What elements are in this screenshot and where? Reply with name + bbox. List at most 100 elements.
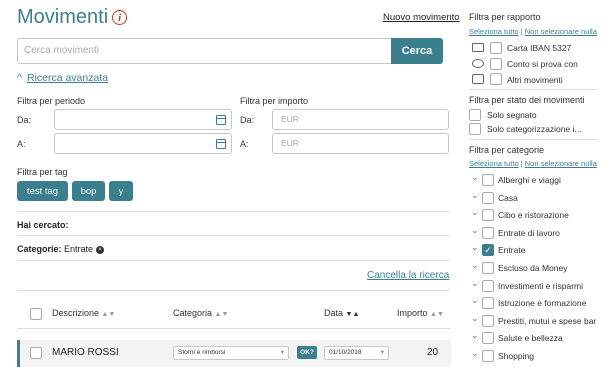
chevron-down-icon[interactable]: ⌄ <box>471 190 479 201</box>
select-all-checkbox[interactable] <box>30 308 42 320</box>
date-select[interactable]: 01/10/2018 ▾ <box>324 346 389 360</box>
chevron-down-icon[interactable]: ⌄ <box>471 242 479 253</box>
sort-icon: ▲▼ <box>214 311 229 318</box>
chevron-down-icon[interactable]: ⌄ <box>471 295 479 306</box>
divider <box>17 235 449 236</box>
category-label: Investimenti e risparmi <box>498 280 584 291</box>
row-checkbox[interactable] <box>30 347 42 359</box>
chevron-down-icon[interactable]: ⌄ <box>471 207 479 218</box>
category-summary: Categorie: Entrate × <box>17 244 105 254</box>
amount-from-label: Da: <box>240 115 255 125</box>
category-label: Istruzione e formazione <box>498 298 587 309</box>
category-select[interactable]: Storni e rimborsi ▾ <box>173 346 289 360</box>
column-date[interactable]: Data ▼▲ <box>324 308 359 318</box>
category-checkbox[interactable] <box>482 262 494 274</box>
report-checkbox[interactable] <box>490 42 502 54</box>
search-input[interactable]: Cerca movimenti <box>17 38 391 64</box>
remove-filter-icon[interactable]: × <box>96 245 105 254</box>
chevron-down-icon: ▾ <box>380 349 384 356</box>
tag-button[interactable]: test tag <box>17 181 68 201</box>
chevron-down-icon[interactable]: ⌄ <box>471 278 479 289</box>
piggy-bank-icon <box>472 59 484 68</box>
period-from-field[interactable] <box>54 109 232 130</box>
calendar-icon[interactable] <box>216 115 226 125</box>
search-button[interactable]: Cerca <box>391 38 443 64</box>
report-checkbox[interactable] <box>490 58 502 70</box>
category-checkbox[interactable] <box>482 191 494 204</box>
amount-to-field[interactable]: EUR <box>272 133 449 154</box>
chevron-down-icon[interactable]: ⌄ <box>471 260 479 271</box>
info-icon[interactable]: i <box>112 10 128 25</box>
page-title-text: Movimenti <box>17 6 109 28</box>
select-all-link[interactable]: Seleziona tutto <box>469 159 519 168</box>
divider <box>469 139 597 140</box>
category-label: Alberghi e viaggi <box>498 175 561 185</box>
state-checkbox[interactable] <box>469 109 481 121</box>
report-checkbox[interactable] <box>490 73 502 85</box>
sort-icon: ▲▼ <box>430 311 444 318</box>
chevron-down-icon[interactable]: ⌄ <box>471 172 479 183</box>
category-label: Casa <box>498 192 518 203</box>
tag-button[interactable]: y <box>109 181 133 201</box>
category-label: Prestiti, mutui e spese bar <box>498 315 597 326</box>
report-label: Conto si prova con <box>507 59 578 69</box>
period-from-label: Da: <box>17 115 32 125</box>
chevron-down-icon[interactable]: ⌄ <box>471 348 479 359</box>
divider <box>17 290 449 291</box>
category-checkbox[interactable] <box>482 314 494 327</box>
category-checkbox[interactable] <box>482 209 494 222</box>
report-select-links: Seleziona tutto | Non selezionare nulla <box>469 27 597 36</box>
category-checkbox[interactable] <box>482 350 494 362</box>
category-checkbox[interactable] <box>482 174 494 186</box>
select-all-link[interactable]: Seleziona tutto <box>469 27 519 36</box>
column-category[interactable]: Categoria ▲▼ <box>173 308 228 318</box>
card-icon <box>472 43 484 52</box>
category-filter-title: Filtra per categorie <box>469 145 545 155</box>
category-checkbox[interactable] <box>482 332 494 345</box>
select-none-link[interactable]: Non selezionare nulla <box>525 159 597 168</box>
category-label: Entrate di lavoro <box>498 227 560 238</box>
row-description: MARIO ROSSI <box>52 347 119 358</box>
chevron-up-icon: ^ <box>17 72 22 84</box>
category-checkbox[interactable] <box>482 279 494 292</box>
amount-to-label: A: <box>240 139 249 149</box>
report-filter-title: Filtra per rapporto <box>469 12 541 22</box>
categories-label: Categorie: <box>17 244 62 254</box>
state-checkbox[interactable] <box>469 123 481 135</box>
divider <box>17 260 449 261</box>
advanced-search-toggle[interactable]: ^ Ricerca avanzata <box>17 72 108 84</box>
category-select-links: Seleziona tutto | Non selezionare nulla <box>469 159 597 168</box>
category-label: Salute e bellezza <box>498 333 563 344</box>
state-label: Solo categorizzazione i... <box>487 124 582 134</box>
ok-button[interactable]: OK? <box>297 346 317 359</box>
sort-icon: ▼▲ <box>345 311 360 318</box>
amount-filter-label: Filtra per importo <box>240 96 309 106</box>
column-description[interactable]: Descrizione ▲▼ <box>52 308 115 318</box>
chevron-down-icon[interactable]: ⌄ <box>471 225 479 236</box>
category-label: Cibo e ristorazione <box>498 210 569 221</box>
category-label: Entrate <box>498 245 526 256</box>
chevron-down-icon[interactable]: ⌄ <box>471 330 479 341</box>
category-checkbox[interactable] <box>482 297 494 310</box>
category-label: Escluso da Money <box>498 263 568 273</box>
category-checkbox[interactable]: ✓ <box>482 244 494 257</box>
chevron-down-icon[interactable]: ⌄ <box>471 313 479 324</box>
calendar-icon[interactable] <box>216 139 226 149</box>
amount-from-field[interactable]: EUR <box>272 109 449 130</box>
advanced-search-label: Ricerca avanzata <box>26 72 109 84</box>
divider <box>17 211 449 212</box>
tag-button[interactable]: bop <box>72 181 105 201</box>
period-to-label: A: <box>17 139 26 149</box>
divider <box>469 89 597 90</box>
new-transaction-link[interactable]: Nuovo movimento <box>383 12 460 23</box>
select-none-link[interactable]: Non selezionare nulla <box>525 27 597 36</box>
chevron-down-icon: ▾ <box>280 349 284 356</box>
wallet-icon <box>472 74 484 84</box>
divider <box>17 328 451 329</box>
cancel-search-link[interactable]: Cancella la ricerca <box>367 270 449 281</box>
period-to-field[interactable] <box>54 133 232 154</box>
column-amount[interactable]: Importo ▲▼ <box>397 308 444 318</box>
category-checkbox[interactable] <box>482 226 494 239</box>
state-label: Solo segnato <box>487 110 537 120</box>
page-title: Movimenti i <box>17 6 128 29</box>
